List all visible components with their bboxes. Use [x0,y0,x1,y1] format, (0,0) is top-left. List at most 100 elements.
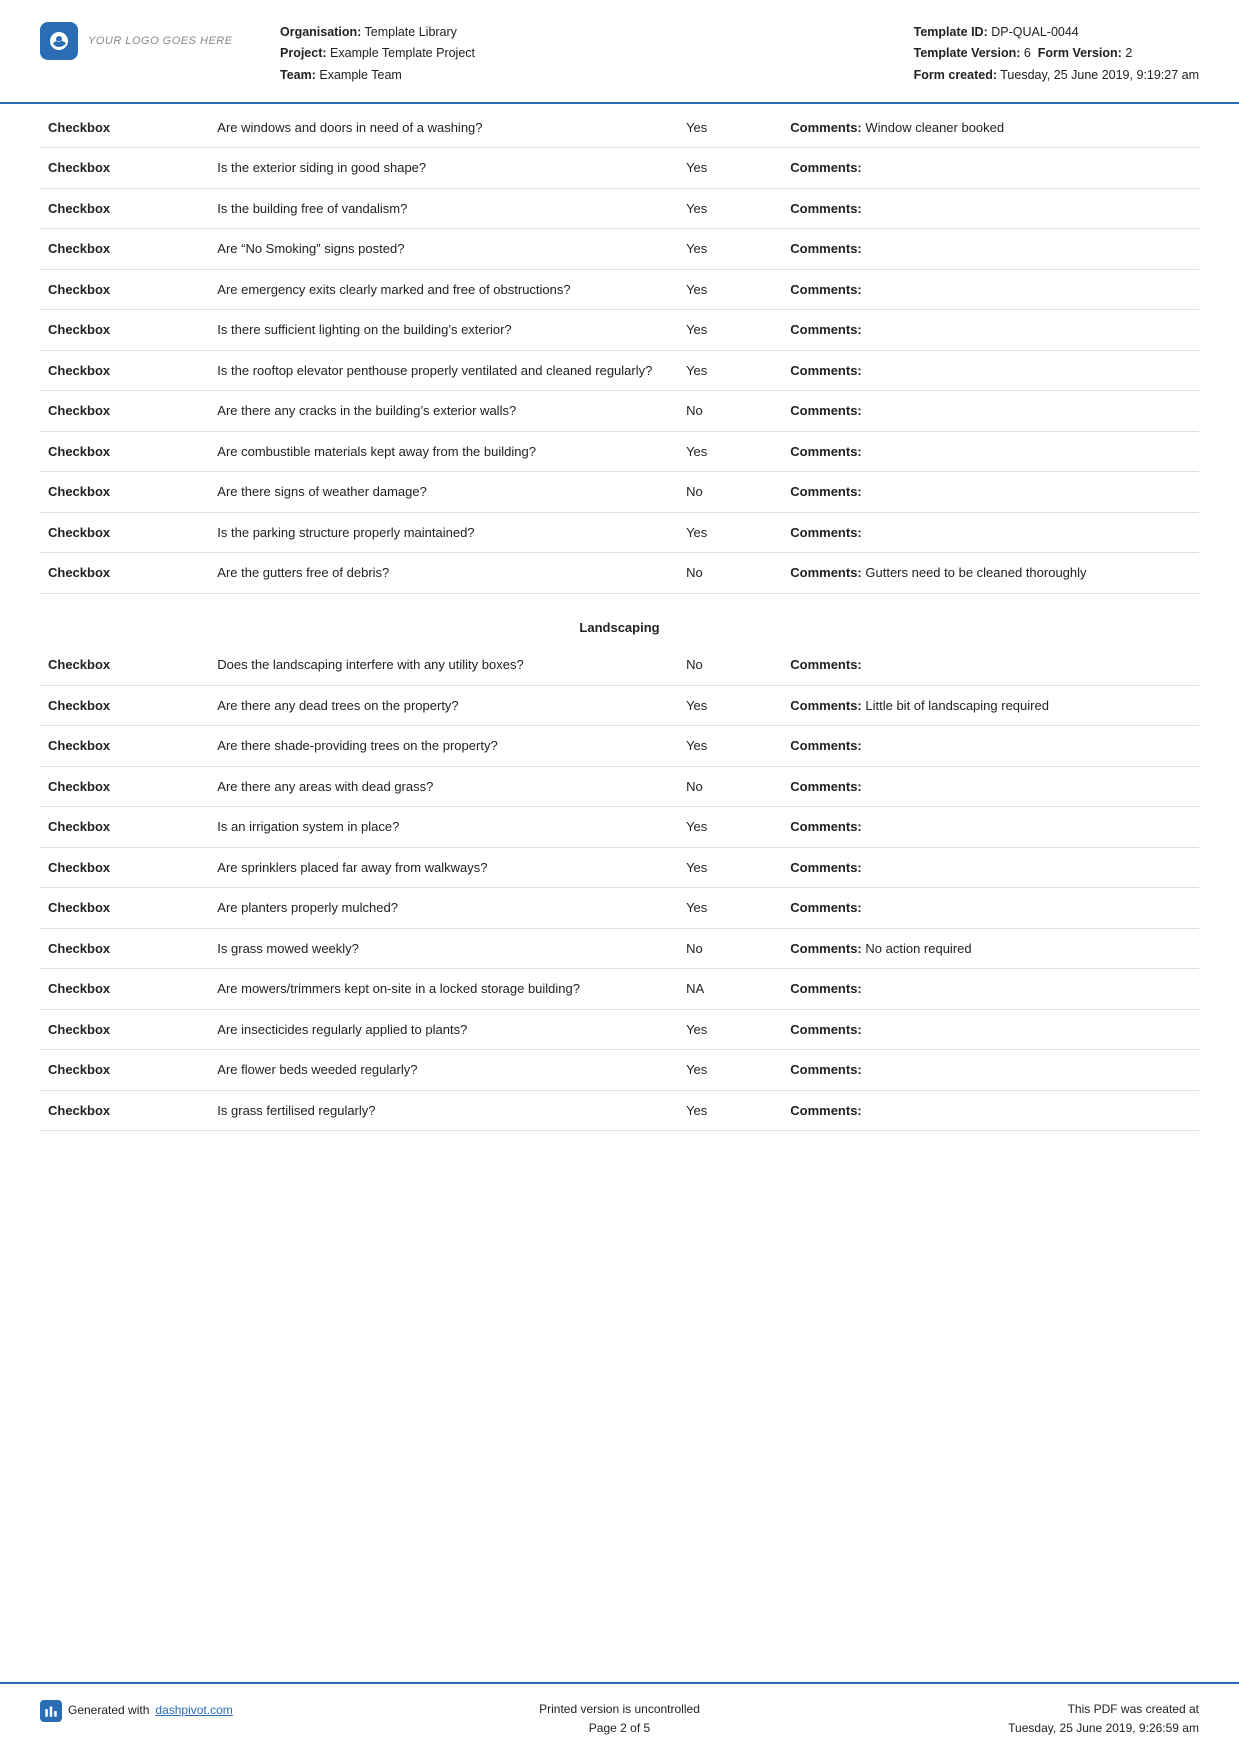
table-row: CheckboxAre sprinklers placed far away f… [40,847,1199,888]
row-question: Are the gutters free of debris? [209,553,678,594]
row-question: Is the building free of vandalism? [209,188,678,229]
table-row: CheckboxAre mowers/trimmers kept on-site… [40,969,1199,1010]
comments-label: Comments: [790,120,862,135]
logo-icon [40,22,78,60]
table-row: CheckboxAre insecticides regularly appli… [40,1009,1199,1050]
table-row: CheckboxAre there any dead trees on the … [40,685,1199,726]
row-answer: Yes [678,888,782,929]
row-question: Are there shade-providing trees on the p… [209,726,678,767]
row-answer: Yes [678,269,782,310]
footer-center: Printed version is uncontrolled Page 2 o… [426,1700,812,1738]
row-question: Are there signs of weather damage? [209,472,678,513]
row-answer: No [678,553,782,594]
row-answer: Yes [678,104,782,148]
row-answer: Yes [678,1090,782,1131]
org-line: Organisation: Template Library [280,22,914,43]
row-comments: Comments: [782,1090,1199,1131]
row-comments: Comments: [782,766,1199,807]
row-answer: No [678,766,782,807]
row-type: Checkbox [40,847,209,888]
row-comments: Comments: [782,229,1199,270]
row-type: Checkbox [40,553,209,594]
team-line: Team: Example Team [280,65,914,86]
footer: Generated with dashpivot.com Printed ver… [0,1682,1239,1754]
row-comments: Comments: [782,645,1199,685]
row-answer: NA [678,969,782,1010]
table-row: CheckboxIs the parking structure properl… [40,512,1199,553]
table-row: CheckboxAre “No Smoking” signs posted?Ye… [40,229,1199,270]
comments-label: Comments: [790,160,862,175]
footer-uncontrolled: Printed version is uncontrolled [426,1700,812,1719]
row-comments: Comments: [782,1009,1199,1050]
row-comments: Comments: [782,888,1199,929]
row-question: Is an irrigation system in place? [209,807,678,848]
comments-label: Comments: [790,1062,862,1077]
table-row: CheckboxIs there sufficient lighting on … [40,310,1199,351]
row-answer: No [678,645,782,685]
row-comments: Comments: [782,726,1199,767]
table-row: CheckboxAre emergency exits clearly mark… [40,269,1199,310]
row-comments: Comments: No action required [782,928,1199,969]
row-question: Are mowers/trimmers kept on-site in a lo… [209,969,678,1010]
row-comments: Comments: [782,148,1199,189]
page: YOUR LOGO GOES HERE Organisation: Templa… [0,0,1239,1754]
comments-label: Comments: [790,779,862,794]
row-comments: Comments: [782,807,1199,848]
row-question: Are there any areas with dead grass? [209,766,678,807]
row-answer: No [678,928,782,969]
row-question: Are “No Smoking” signs posted? [209,229,678,270]
table-row: CheckboxAre windows and doors in need of… [40,104,1199,148]
comments-label: Comments: [790,1022,862,1037]
row-answer: No [678,472,782,513]
row-question: Are combustible materials kept away from… [209,431,678,472]
footer-link[interactable]: dashpivot.com [155,1701,232,1720]
row-answer: Yes [678,1009,782,1050]
table-row: CheckboxAre planters properly mulched?Ye… [40,888,1199,929]
comments-label: Comments: [790,525,862,540]
row-question: Are there any cracks in the building’s e… [209,391,678,432]
row-question: Are insecticides regularly applied to pl… [209,1009,678,1050]
project-line: Project: Example Template Project [280,43,914,64]
row-type: Checkbox [40,645,209,685]
footer-logo: Generated with dashpivot.com [40,1700,426,1722]
row-type: Checkbox [40,928,209,969]
logo-area: YOUR LOGO GOES HERE [40,22,240,60]
comments-label: Comments: [790,201,862,216]
row-comments: Comments: [782,472,1199,513]
row-answer: Yes [678,431,782,472]
table-row: CheckboxIs grass mowed weekly?NoComments… [40,928,1199,969]
table-row: CheckboxAre there any cracks in the buil… [40,391,1199,432]
template-id-line: Template ID: DP-QUAL-0044 [914,22,1199,43]
comments-label: Comments: [790,860,862,875]
row-answer: Yes [678,847,782,888]
row-question: Is grass fertilised regularly? [209,1090,678,1131]
row-answer: Yes [678,188,782,229]
comments-label: Comments: [790,444,862,459]
row-type: Checkbox [40,766,209,807]
row-type: Checkbox [40,269,209,310]
footer-created-line2: Tuesday, 25 June 2019, 9:26:59 am [813,1719,1199,1738]
comments-label: Comments: [790,738,862,753]
row-comments: Comments: [782,188,1199,229]
row-type: Checkbox [40,350,209,391]
row-answer: Yes [678,807,782,848]
row-type: Checkbox [40,188,209,229]
comments-label: Comments: [790,484,862,499]
row-type: Checkbox [40,1050,209,1091]
row-answer: Yes [678,1050,782,1091]
row-type: Checkbox [40,512,209,553]
footer-left: Generated with dashpivot.com [40,1700,426,1722]
comments-label: Comments: [790,657,862,672]
row-comments: Comments: [782,391,1199,432]
section-header-row: Landscaping [40,593,1199,645]
comments-label: Comments: [790,900,862,915]
row-question: Are flower beds weeded regularly? [209,1050,678,1091]
row-answer: No [678,391,782,432]
row-answer: Yes [678,350,782,391]
table-row: CheckboxDoes the landscaping interfere w… [40,645,1199,685]
row-answer: Yes [678,229,782,270]
row-answer: Yes [678,310,782,351]
row-answer: Yes [678,148,782,189]
table-row: CheckboxIs the exterior siding in good s… [40,148,1199,189]
table-row: CheckboxIs the building free of vandalis… [40,188,1199,229]
